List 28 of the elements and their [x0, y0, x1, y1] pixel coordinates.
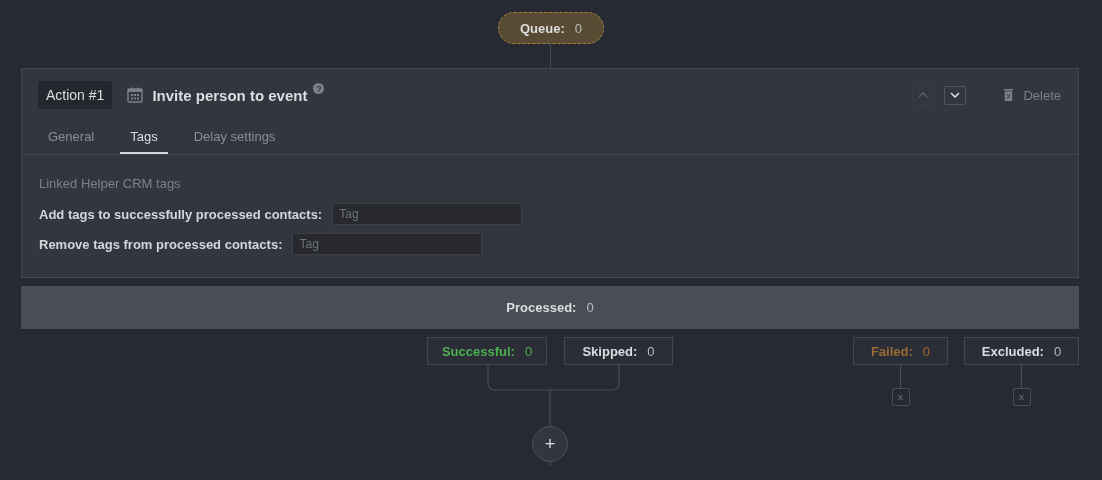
- field-label: Remove tags from processed contacts:: [39, 236, 283, 252]
- tag-input-field[interactable]: Tag: [332, 203, 523, 225]
- help-icon[interactable]: ?: [313, 83, 325, 94]
- result-counter: Successful: 0: [427, 337, 547, 365]
- section-title: Linked Helper CRM tags: [39, 176, 182, 191]
- action-title: Invite person to event: [152, 86, 308, 104]
- chevron-down-icon: [950, 92, 961, 98]
- tab[interactable]: Delay settings: [183, 123, 286, 154]
- move-down-button[interactable]: [944, 85, 967, 105]
- connector-line: [1020, 364, 1023, 389]
- add-button[interactable]: +: [532, 426, 568, 462]
- result-counter: Skipped: 0: [564, 337, 673, 365]
- result-counter: Excluded: 0: [964, 337, 1079, 365]
- tab[interactable]: General: [38, 123, 105, 154]
- field-label: Add tags to successfully processed contacts:: [39, 206, 323, 222]
- result-counter: Failed: 0: [853, 337, 948, 365]
- queue-pill: Queue: 0: [498, 12, 604, 44]
- delete-button[interactable]: Delete: [1004, 87, 1061, 103]
- tab[interactable]: Tags: [120, 123, 168, 154]
- trash-icon: [1004, 89, 1014, 101]
- processed-bar: Processed: 0: [21, 286, 1079, 329]
- chevron-up-icon: [918, 92, 929, 98]
- action-badge: Action #1: [38, 81, 113, 109]
- end-marker: X: [1012, 388, 1031, 406]
- connector-line: [899, 364, 902, 389]
- end-marker: X: [891, 388, 910, 406]
- tag-input-field[interactable]: Tag: [292, 233, 483, 255]
- calendar-icon: [127, 87, 144, 103]
